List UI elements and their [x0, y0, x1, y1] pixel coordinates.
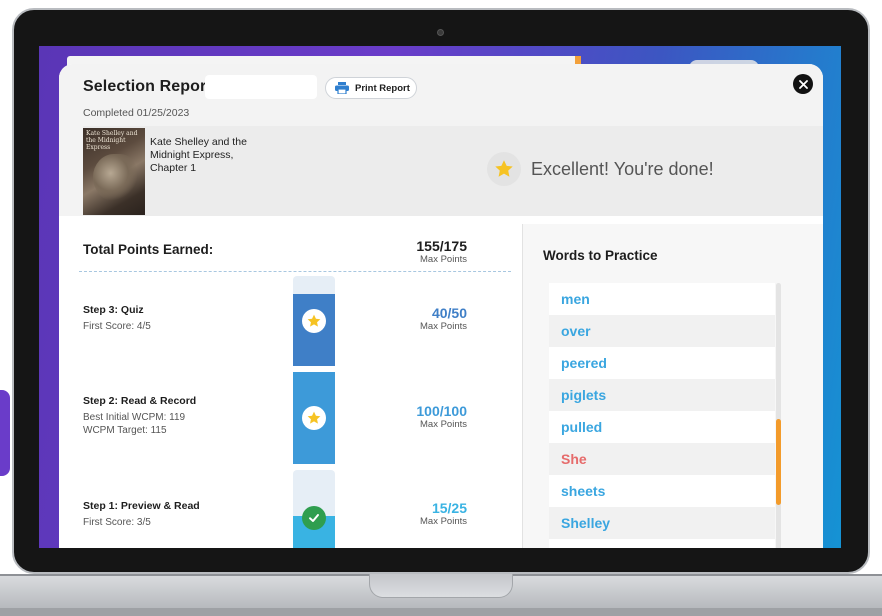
- word-list[interactable]: men over peered piglets pulled She sheets Shell…: [549, 283, 775, 548]
- step-detail: First Score: 4/5: [83, 321, 151, 332]
- step-title: Step 1: Preview & Read: [83, 500, 200, 512]
- close-button[interactable]: [793, 74, 813, 94]
- print-report-label: Print Report: [355, 82, 410, 94]
- step-points-value: 15/25: [431, 500, 467, 516]
- scrollbar[interactable]: [776, 283, 781, 548]
- step-title: Step 3: Quiz: [83, 304, 144, 316]
- step-3-badge: [302, 309, 326, 333]
- word-item[interactable]: shoved: [549, 539, 775, 548]
- step-detail: WCPM Target: 115: [83, 425, 167, 436]
- word-item[interactable]: piglets: [549, 379, 775, 411]
- report-title: Selection Report |: [83, 78, 221, 95]
- laptop-frame: Selection Report | Print Report Complete…: [0, 0, 882, 580]
- step-3: Step 3: Quiz First Score: 4/5: [83, 304, 151, 333]
- step-2-progress-bar: [293, 372, 335, 464]
- result-message: Excellent! You're done!: [487, 152, 714, 186]
- step-1-badge: [302, 506, 326, 530]
- step-3-points: 40/50 Max Points: [389, 305, 467, 332]
- book-cover-title: Kate Shelley and the Midnight Express: [86, 130, 138, 151]
- divider: [79, 271, 511, 272]
- step-2: Step 2: Read & Record Best Initial WCPM:…: [83, 395, 196, 437]
- completed-date: Completed 01/25/2023: [83, 107, 190, 119]
- words-to-practice-panel: Words to Practice men over peered piglets pu…: [523, 224, 823, 548]
- book-card: Kate Shelley and the Midnight Express Ka…: [83, 126, 823, 216]
- step-1-points: 15/25 Max Points: [389, 500, 467, 527]
- step-points-value: 100/100: [416, 403, 467, 419]
- step-1: Step 1: Preview & Read First Score: 3/5: [83, 500, 200, 529]
- step-points-value: 40/50: [431, 305, 467, 321]
- step-points-sub: Max Points: [420, 419, 467, 430]
- step-2-badge: [302, 406, 326, 430]
- result-text: Excellent! You're done!: [531, 158, 714, 179]
- step-detail: First Score: 3/5: [83, 517, 151, 528]
- camera-icon: [437, 29, 444, 36]
- word-item[interactable]: Shelley: [549, 507, 775, 539]
- laptop-notch: [369, 574, 513, 598]
- step-detail: Best Initial WCPM: 119: [83, 412, 186, 423]
- laptop-base-edge: [0, 608, 882, 616]
- step-2-points: 100/100 Max Points: [389, 403, 467, 430]
- selection-report-modal: Selection Report | Print Report Complete…: [59, 64, 823, 548]
- total-points-sub: Max Points: [420, 254, 467, 265]
- checkmark-icon: [309, 514, 319, 522]
- points-header: Total Points Earned:: [83, 242, 214, 257]
- word-item[interactable]: pulled: [549, 411, 775, 443]
- background-accent-left: [0, 390, 10, 476]
- word-item[interactable]: peered: [549, 347, 775, 379]
- step-1-progress-bar: [293, 470, 335, 548]
- word-item[interactable]: sheets: [549, 475, 775, 507]
- step-title: Step 2: Read & Record: [83, 395, 197, 407]
- screen: Selection Report | Print Report Complete…: [39, 46, 841, 548]
- print-report-button[interactable]: Print Report: [325, 77, 417, 99]
- words-title: Words to Practice: [543, 248, 658, 263]
- star-icon: [495, 160, 513, 177]
- report-header: Selection Report | Print Report Complete…: [59, 64, 823, 216]
- step-points-sub: Max Points: [420, 516, 467, 527]
- book-cover: Kate Shelley and the Midnight Express: [83, 128, 145, 215]
- student-name-field: [205, 75, 317, 99]
- result-badge: [487, 152, 521, 186]
- step-3-progress-bar: [293, 276, 335, 366]
- star-icon: [307, 314, 321, 327]
- close-icon: [798, 79, 808, 89]
- star-icon: [307, 411, 321, 424]
- word-item[interactable]: men: [549, 283, 775, 315]
- printer-icon: [335, 82, 349, 94]
- word-item[interactable]: over: [549, 315, 775, 347]
- book-title: Kate Shelley and the Midnight Express, C…: [150, 136, 247, 174]
- scrollbar-thumb[interactable]: [776, 419, 781, 505]
- total-points-value: 155/175: [416, 238, 467, 254]
- word-item[interactable]: She: [549, 443, 775, 475]
- step-points-sub: Max Points: [420, 321, 467, 332]
